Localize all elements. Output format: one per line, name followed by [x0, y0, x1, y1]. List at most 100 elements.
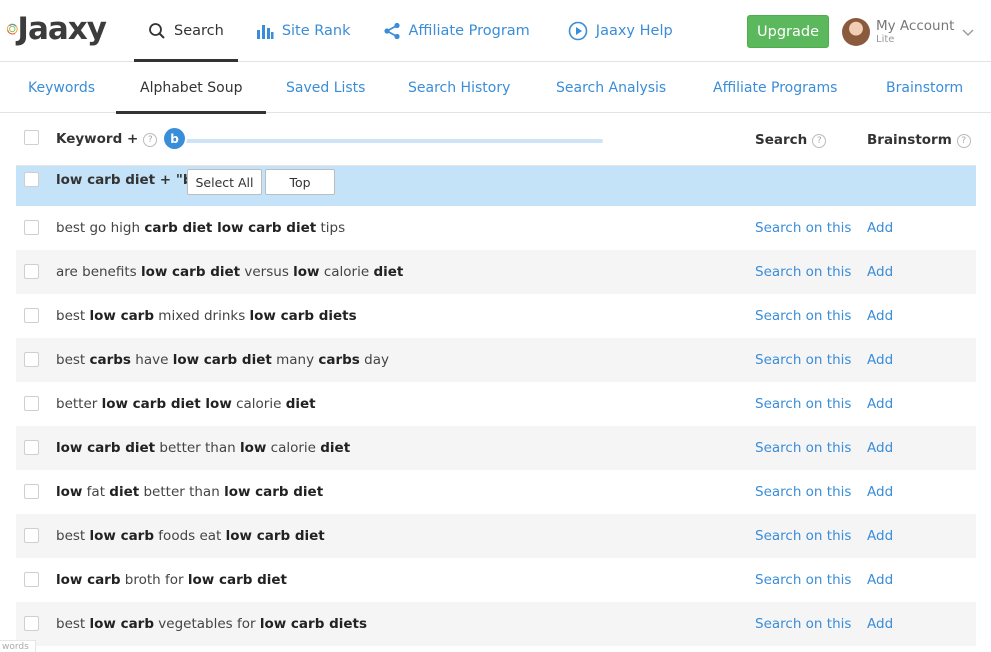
row-checkbox[interactable]: [24, 220, 39, 235]
account-text: My Account Lite: [876, 19, 954, 45]
top-button[interactable]: Top: [265, 169, 335, 195]
keyword-part: broth for: [120, 572, 188, 588]
keyword-match: low: [56, 484, 83, 500]
row-checkbox[interactable]: [24, 484, 39, 499]
search-on-this-link[interactable]: Search on this: [755, 572, 851, 588]
brainstorm-help-icon[interactable]: ?: [956, 134, 971, 148]
top-navbar: Jaaxy Search Site Rank Affiliate Program…: [0, 0, 991, 62]
upgrade-button[interactable]: Upgrade: [747, 15, 829, 48]
search-on-this-link[interactable]: Search on this: [755, 264, 851, 280]
keyword-match: low carb diet: [56, 440, 156, 456]
add-to-brainstorm-link[interactable]: Add: [867, 616, 893, 632]
letter-group-row: low carb diet + "b" Select All Top: [16, 166, 976, 206]
keyword-match: low: [293, 264, 320, 280]
search-on-this-link[interactable]: Search on this: [755, 528, 851, 544]
keyword-match: low carb diet: [224, 484, 324, 500]
keyword-text: low fat diet better than low carb diet: [56, 484, 323, 500]
tab-saved-lists[interactable]: Saved Lists: [286, 63, 365, 113]
add-to-brainstorm-link[interactable]: Add: [867, 484, 893, 500]
keyword-match: low carb diet low: [101, 396, 232, 412]
table-row: best go high carb diet low carb diet tip…: [16, 206, 976, 250]
search-icon: [149, 23, 165, 39]
keyword-help-icon[interactable]: ?: [143, 133, 158, 147]
keyword-column-label: Keyword +: [56, 131, 139, 147]
add-to-brainstorm-link[interactable]: Add: [867, 396, 893, 412]
keyword-part: are benefits: [56, 264, 141, 280]
search-on-this-link[interactable]: Search on this: [755, 220, 851, 236]
keyword-match: low carb diet: [225, 528, 325, 544]
keyword-text: low carb diet better than low calorie di…: [56, 440, 350, 456]
add-to-brainstorm-link[interactable]: Add: [867, 264, 893, 280]
keyword-match: low carb: [56, 572, 121, 588]
account-plan: Lite: [876, 33, 895, 45]
keyword-part: best: [56, 308, 90, 324]
nav-search[interactable]: Search: [134, 0, 238, 62]
row-checkbox[interactable]: [24, 396, 39, 411]
nav-jaaxy-help-label: Jaaxy Help: [595, 23, 673, 39]
row-checkbox[interactable]: [24, 352, 39, 367]
table-row: low carb diet better than low calorie di…: [16, 426, 976, 470]
tab-search-analysis[interactable]: Search Analysis: [556, 63, 666, 113]
keyword-part: foods eat: [154, 528, 226, 544]
row-checkbox[interactable]: [24, 572, 39, 587]
jaaxy-logo[interactable]: Jaaxy: [6, 8, 107, 50]
table-row: best low carb mixed drinks low carb diet…: [16, 294, 976, 338]
keyword-part: versus: [240, 264, 294, 280]
row-checkbox[interactable]: [24, 264, 39, 279]
row-checkbox[interactable]: [24, 528, 39, 543]
keyword-match: diet: [320, 440, 351, 456]
search-on-this-link[interactable]: Search on this: [755, 484, 851, 500]
select-all-button[interactable]: Select All: [187, 169, 262, 195]
keyword-match: diet: [109, 484, 140, 500]
keyword-match: diet: [373, 264, 404, 280]
tab-affiliate-programs[interactable]: Affiliate Programs: [713, 63, 837, 113]
keyword-part: best: [56, 528, 90, 544]
group-label: low carb diet + "b": [56, 172, 200, 188]
search-on-this-link[interactable]: Search on this: [755, 440, 851, 456]
row-checkbox[interactable]: [24, 616, 39, 631]
search-on-this-link[interactable]: Search on this: [755, 308, 851, 324]
keyword-part: better than: [155, 440, 240, 456]
nav-site-rank[interactable]: Site Rank: [242, 0, 365, 62]
tab-alphabet-soup[interactable]: Alphabet Soup: [115, 63, 268, 114]
add-to-brainstorm-link[interactable]: Add: [867, 352, 893, 368]
account-menu[interactable]: My Account Lite: [842, 14, 974, 50]
search-on-this-link[interactable]: Search on this: [755, 352, 851, 368]
nav-affiliate-program[interactable]: Affiliate Program: [369, 0, 544, 62]
keyword-part: calorie: [231, 396, 286, 412]
add-to-brainstorm-link[interactable]: Add: [867, 308, 893, 324]
search-on-this-link[interactable]: Search on this: [755, 396, 851, 412]
search-on-this-link[interactable]: Search on this: [755, 616, 851, 632]
keyword-part: day: [359, 352, 389, 368]
table-header: Keyword +? b Search? Brainstorm?: [16, 114, 976, 166]
table-row: low carb broth for low carb diet Search o…: [16, 558, 976, 602]
keyword-column-header: Keyword +?: [56, 131, 158, 147]
keyword-text: best go high carb diet low carb diet tip…: [56, 220, 345, 236]
nav-jaaxy-help[interactable]: Jaaxy Help: [554, 0, 687, 62]
keyword-text: best low carb vegetables for low carb di…: [56, 616, 367, 632]
alphabet-slider-handle[interactable]: b: [164, 128, 185, 149]
add-to-brainstorm-link[interactable]: Add: [867, 528, 893, 544]
row-checkbox[interactable]: [24, 308, 39, 323]
search-help-icon[interactable]: ?: [812, 134, 827, 148]
keyword-text: best low carb mixed drinks low carb diet…: [56, 308, 357, 324]
keyword-match: low carb diet: [187, 572, 287, 588]
select-all-checkbox[interactable]: [24, 130, 39, 145]
tab-brainstorm[interactable]: Brainstorm: [886, 63, 963, 113]
table-row: best low carb vegetables for low carb di…: [16, 602, 976, 646]
add-to-brainstorm-link[interactable]: Add: [867, 440, 893, 456]
alphabet-slider-track[interactable]: [162, 139, 603, 143]
group-checkbox[interactable]: [24, 172, 39, 187]
tab-search-history[interactable]: Search History: [408, 63, 510, 113]
add-to-brainstorm-link[interactable]: Add: [867, 220, 893, 236]
add-to-brainstorm-link[interactable]: Add: [867, 572, 893, 588]
row-checkbox[interactable]: [24, 440, 39, 455]
keyword-match: carbs: [318, 352, 360, 368]
keyword-part: many: [271, 352, 319, 368]
search-column-header: Search?: [755, 132, 827, 148]
table-row: low fat diet better than low carb diet Se…: [16, 470, 976, 514]
keyword-text: best low carb foods eat low carb diet: [56, 528, 325, 544]
tab-keywords[interactable]: Keywords: [28, 63, 95, 113]
keyword-match: diet: [285, 396, 316, 412]
table-row: are benefits low carb diet versus low ca…: [16, 250, 976, 294]
